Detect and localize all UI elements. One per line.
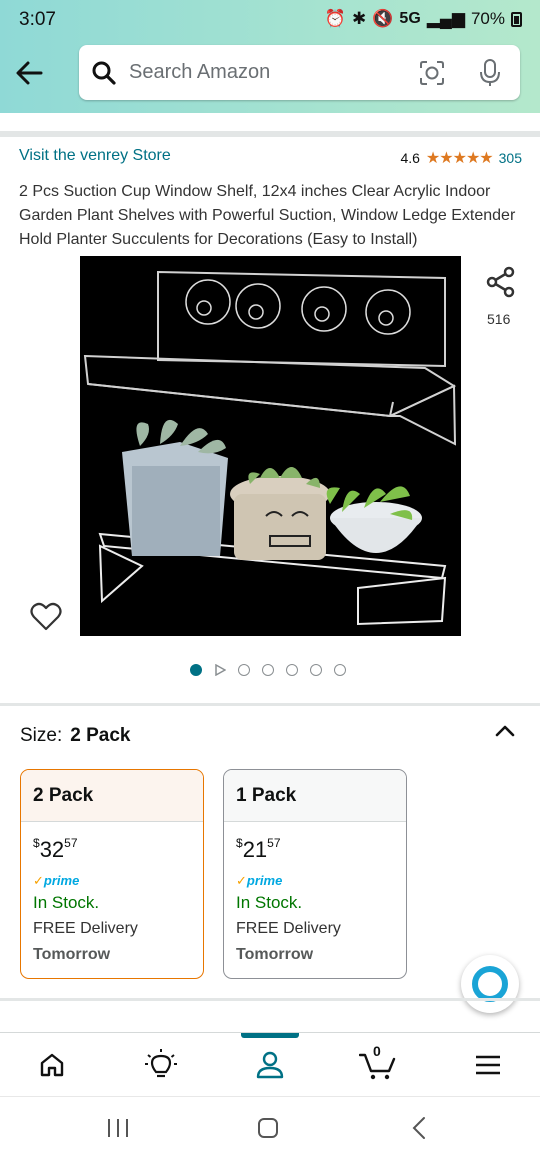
size-option-2-pack[interactable]: 2 Pack $3257 ✓prime In Stock. FREE Deliv…: [20, 769, 204, 979]
rating-value: 4.6: [400, 150, 420, 166]
status-icons: ⏰ ✱ 🔇 5G ▂▄▆ 70%: [325, 9, 522, 29]
app-header: 3:07 ⏰ ✱ 🔇 5G ▂▄▆ 70% Search Amazon: [0, 0, 540, 113]
carousel-dot[interactable]: [238, 664, 250, 676]
stock-status: In Stock.: [33, 893, 100, 912]
share-icon[interactable]: [485, 266, 517, 298]
search-placeholder: Search Amazon: [129, 61, 271, 83]
lightbulb-icon: [145, 1049, 177, 1078]
rating-summary[interactable]: 4.6 ★★★★★ 305: [400, 148, 522, 168]
mute-icon: 🔇: [372, 9, 394, 28]
status-bar: 3:07 ⏰ ✱ 🔇 5G ▂▄▆ 70%: [0, 0, 540, 40]
delivery-text: FREE Delivery: [33, 920, 138, 937]
prime-check-icon: ✓: [236, 873, 247, 888]
menu-icon: [476, 1055, 500, 1075]
wishlist-heart-icon[interactable]: [30, 602, 62, 632]
signal-icon: ▂▄▆: [426, 9, 465, 28]
carousel-dot[interactable]: [262, 664, 274, 676]
divider: [0, 703, 540, 706]
delivery-day: Tomorrow: [33, 946, 111, 963]
active-tab-indicator: [241, 1033, 299, 1038]
carousel-dot[interactable]: [310, 664, 322, 676]
header-gap: [0, 113, 540, 133]
recent-apps-icon[interactable]: [103, 1115, 133, 1141]
bluetooth-icon: ✱: [352, 9, 367, 28]
delivery-day: Tomorrow: [236, 946, 314, 963]
option-price: $3257: [33, 836, 78, 862]
star-rating-icon: ★★★★★: [425, 150, 494, 167]
system-nav-bar: [0, 1096, 540, 1158]
prime-badge: ✓prime: [33, 873, 80, 888]
back-arrow-icon[interactable]: [14, 58, 44, 88]
divider: [0, 131, 540, 137]
status-time: 3:07: [19, 9, 56, 30]
stock-status: In Stock.: [236, 893, 303, 912]
account-icon: [256, 1051, 284, 1079]
size-selector-header[interactable]: Size: 2 Pack: [20, 725, 130, 747]
camera-lens-icon[interactable]: [418, 59, 446, 87]
divider: [0, 998, 540, 1001]
size-label: Size:: [20, 725, 63, 746]
option-name: 1 Pack: [224, 770, 406, 822]
cart-count: 0: [373, 1043, 381, 1059]
search-input[interactable]: Search Amazon: [79, 45, 520, 100]
alexa-button[interactable]: [461, 955, 519, 1013]
nav-inspire[interactable]: [141, 1047, 181, 1083]
nav-home[interactable]: [32, 1047, 72, 1083]
size-option-1-pack[interactable]: 1 Pack $2157 ✓prime In Stock. FREE Deliv…: [223, 769, 407, 979]
image-carousel-dots[interactable]: [190, 664, 346, 676]
rating-count[interactable]: 305: [499, 150, 522, 166]
nav-account[interactable]: [250, 1047, 290, 1083]
bottom-nav: 0: [0, 1032, 540, 1096]
alarm-icon: ⏰: [324, 9, 346, 28]
option-name: 2 Pack: [21, 770, 203, 822]
battery-text: 70%: [470, 9, 505, 28]
product-photo-illustration: [83, 270, 457, 626]
carousel-dot[interactable]: [190, 664, 202, 676]
back-button-icon[interactable]: [405, 1115, 435, 1141]
chevron-up-icon[interactable]: [494, 722, 516, 738]
carousel-dot[interactable]: [286, 664, 298, 676]
home-icon: [40, 1053, 64, 1077]
product-image[interactable]: [80, 256, 461, 636]
share-count: 516: [487, 311, 511, 327]
alexa-icon: [472, 966, 508, 1002]
prime-badge: ✓prime: [236, 873, 283, 888]
network-type: 5G: [399, 10, 421, 27]
battery-icon: [511, 11, 522, 27]
option-price: $2157: [236, 836, 281, 862]
product-title: 2 Pcs Suction Cup Window Shelf, 12x4 inc…: [19, 183, 516, 248]
delivery-text: FREE Delivery: [236, 920, 341, 937]
microphone-icon[interactable]: [478, 58, 502, 88]
prime-check-icon: ✓: [33, 873, 44, 888]
home-button-icon[interactable]: [253, 1115, 283, 1141]
video-play-icon[interactable]: [214, 664, 226, 676]
nav-menu[interactable]: [468, 1047, 508, 1083]
carousel-dot[interactable]: [334, 664, 346, 676]
search-icon: [92, 61, 116, 85]
store-link[interactable]: Visit the venrey Store: [19, 147, 171, 165]
nav-cart[interactable]: 0: [358, 1043, 398, 1083]
size-value: 2 Pack: [70, 725, 131, 746]
